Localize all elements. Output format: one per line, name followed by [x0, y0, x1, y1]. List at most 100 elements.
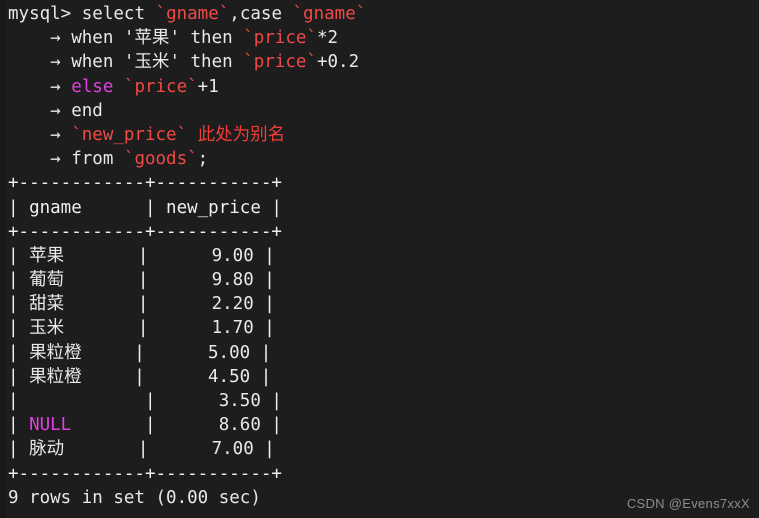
- table-border: |: [8, 366, 30, 387]
- table-border: |: [253, 270, 275, 291]
- cell-gname: 葡萄: [29, 270, 65, 291]
- table-header-row: | gname | new_price |: [8, 196, 759, 220]
- table-border: |: [8, 245, 30, 266]
- cell-gname: 果粒橙: [29, 366, 82, 387]
- table-top-border: +------------+-----------+: [8, 171, 759, 195]
- cell-gname: [29, 391, 134, 411]
- sql-token: 苹果: [134, 28, 170, 49]
- cell-new-price: 4.50: [155, 366, 251, 387]
- cell-gname: [82, 367, 124, 387]
- cell-gname: [64, 294, 127, 314]
- table-border: |: [8, 294, 30, 315]
- cell-gname: [64, 270, 127, 290]
- table-row: | | 3.50 |: [8, 389, 759, 413]
- cell-new-price: 9.80: [158, 270, 254, 291]
- cell-gname: 玉米: [29, 318, 65, 339]
- table-row: | 果粒橙 | 4.50 |: [8, 365, 759, 389]
- sql-token: ;: [197, 149, 209, 170]
- sql-prompt-line: mysql> select `gname`,case `gname`: [8, 2, 759, 26]
- rows-in-set-text: 9 rows in set (0.00 sec): [8, 487, 261, 508]
- table-row: | 玉米 | 1.70 |: [8, 316, 759, 340]
- table-border: |: [134, 391, 167, 411]
- table-border: |: [8, 318, 30, 339]
- table-border: |: [8, 270, 30, 291]
- table-border: +------------+-----------+: [8, 463, 282, 484]
- table-border: |: [8, 439, 30, 460]
- sql-token: else: [71, 76, 124, 97]
- table-border: |: [127, 439, 159, 460]
- table-header-cell: | gname | new_price |: [8, 197, 282, 218]
- sql-token: `new_price`: [71, 124, 188, 145]
- sql-token: end: [71, 100, 103, 121]
- cell-new-price: 2.20: [158, 294, 254, 315]
- table-border: |: [8, 391, 30, 411]
- table-row: | 苹果 | 9.00 |: [8, 244, 759, 268]
- sql-continuation-line: → else `price`+1: [8, 75, 759, 99]
- sql-token: ' then: [169, 28, 244, 49]
- sql-token: *2: [316, 28, 339, 49]
- table-border: |: [250, 366, 272, 387]
- sql-token: +1: [197, 76, 219, 97]
- sql-token: ' then: [169, 52, 244, 73]
- table-border: |: [253, 439, 275, 460]
- terminal-screen[interactable]: mysql> select `gname`,case `gname` → whe…: [0, 2, 759, 510]
- sql-token: `price`: [243, 28, 317, 49]
- cell-new-price: 1.70: [158, 318, 254, 339]
- sql-token: +0.2: [316, 52, 360, 73]
- cell-gname: [82, 343, 124, 363]
- table-row: | NULL | 8.60 |: [8, 413, 759, 437]
- table-border: |: [253, 318, 275, 339]
- table-row: | 甜菜 | 2.20 |: [8, 292, 759, 316]
- cell-new-price: 7.00: [158, 439, 254, 460]
- continuation-arrow: →: [8, 124, 72, 145]
- table-border: |: [253, 294, 275, 315]
- cell-new-price: 8.60: [166, 415, 261, 436]
- cell-gname: 果粒橙: [29, 342, 82, 363]
- table-border: +------------+-----------+: [8, 173, 282, 194]
- sql-continuation-line: → `new_price` 此处为别名: [8, 123, 759, 147]
- table-border: |: [127, 318, 159, 339]
- cell-new-price: 3.50: [166, 391, 261, 411]
- sql-continuation-line: → from `goods`;: [8, 147, 759, 171]
- table-border: |: [8, 415, 30, 436]
- sql-token: ,case: [229, 4, 293, 24]
- cell-gname: 苹果: [29, 245, 65, 266]
- cell-new-price: 5.00: [155, 342, 251, 363]
- mysql-prompt: mysql>: [8, 4, 82, 24]
- sql-continuation-line: → when '苹果' then `price`*2: [8, 26, 759, 50]
- sql-token: `gname`: [155, 4, 230, 24]
- table-border: |: [127, 294, 159, 315]
- sql-token: `price`: [123, 76, 198, 97]
- table-border: |: [134, 415, 167, 436]
- sql-token: `gname`: [292, 4, 367, 24]
- table-border: |: [260, 415, 282, 436]
- table-border: |: [123, 366, 156, 387]
- sql-token: when ': [71, 52, 135, 73]
- terminal-window: mysql> select `gname`,case `gname` → whe…: [0, 0, 759, 518]
- table-border: |: [253, 245, 275, 266]
- cell-gname: [64, 246, 127, 266]
- continuation-arrow: →: [8, 100, 72, 121]
- csdn-watermark: CSDN @Evens7xxX: [626, 496, 750, 511]
- cell-gname: [64, 318, 127, 338]
- table-border: |: [127, 270, 159, 291]
- table-border: |: [260, 391, 282, 411]
- table-header-separator: +------------+-----------+: [8, 220, 759, 244]
- sql-token: `price`: [243, 52, 317, 73]
- table-border: |: [250, 342, 272, 363]
- sql-continuation-line: → when '玉米' then `price`+0.2: [8, 50, 759, 74]
- table-row: | 葡萄 | 9.80 |: [8, 268, 759, 292]
- table-border: |: [8, 342, 30, 363]
- sql-token: `goods`: [123, 149, 198, 170]
- table-row: | 果粒橙 | 5.00 |: [8, 341, 759, 365]
- cell-new-price: 9.00: [158, 245, 254, 266]
- continuation-arrow: →: [8, 149, 72, 170]
- table-border: |: [127, 245, 159, 266]
- continuation-arrow: →: [8, 76, 72, 97]
- cell-gname: [64, 439, 127, 459]
- cell-gname: 甜菜: [29, 294, 65, 315]
- continuation-arrow: →: [8, 28, 72, 49]
- table-border: +------------+-----------+: [8, 221, 282, 242]
- cell-gname: 脉动: [29, 439, 65, 460]
